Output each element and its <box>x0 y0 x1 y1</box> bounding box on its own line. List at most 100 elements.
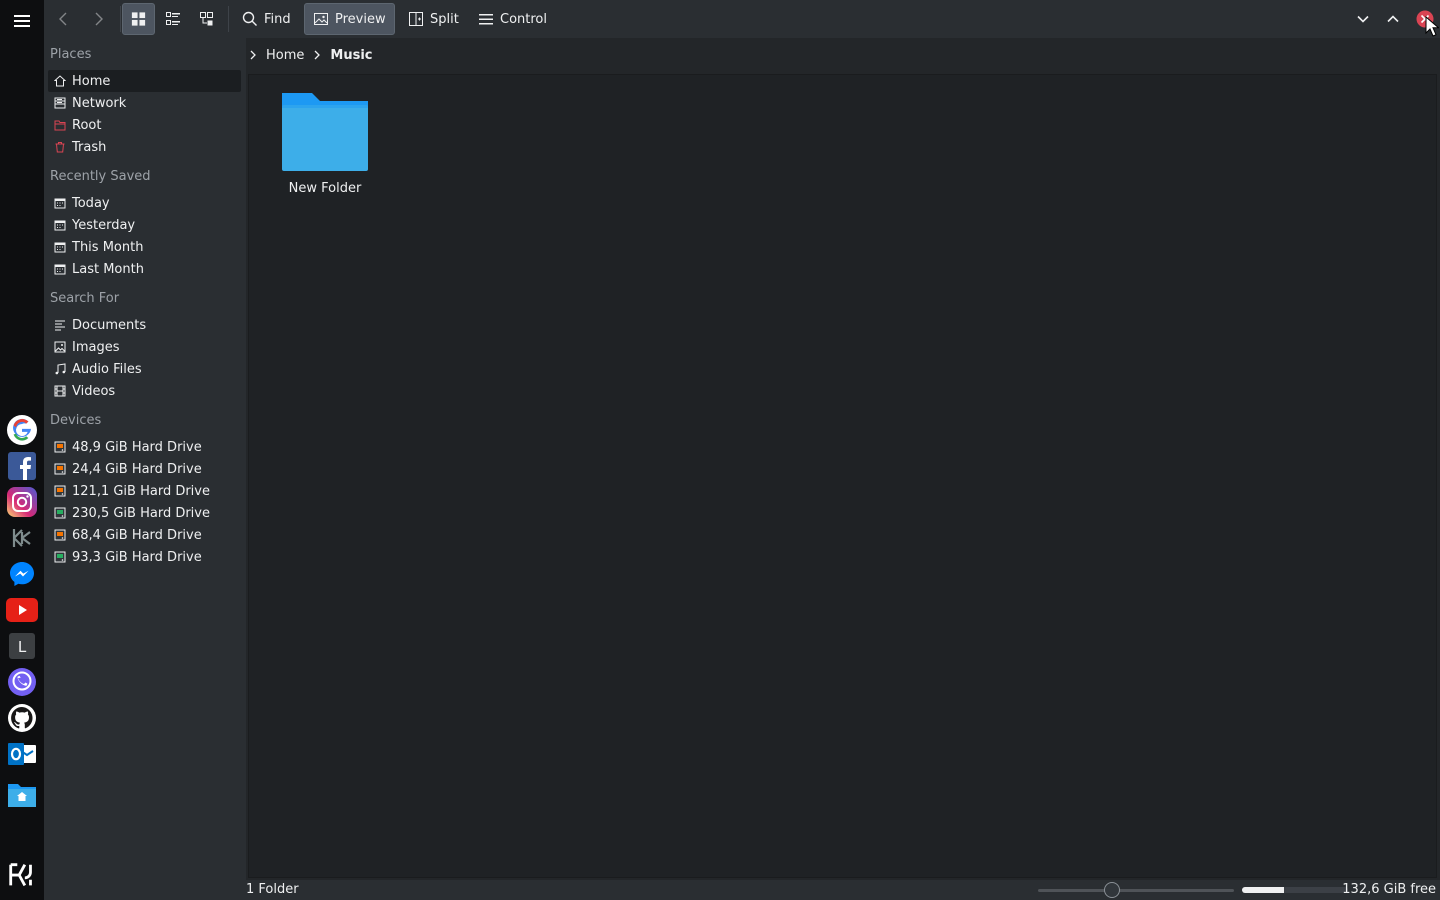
search-icon <box>242 11 257 26</box>
find-label: Find <box>264 11 291 27</box>
hard-drive-icon <box>54 441 66 453</box>
main-toolbar: Find Preview Split Control <box>44 0 1440 38</box>
device-label: 121,1 GiB Hard Drive <box>72 483 210 499</box>
zoom-slider-handle[interactable] <box>1104 882 1121 898</box>
messenger-icon[interactable] <box>6 558 38 590</box>
youtube-icon[interactable] <box>6 594 38 626</box>
search-documents[interactable]: Documents <box>48 314 241 336</box>
chevron-right-icon[interactable] <box>248 50 258 60</box>
search-label: Audio Files <box>72 361 142 377</box>
chevron-down-icon <box>1357 15 1369 23</box>
device-label: 68,4 GiB Hard Drive <box>72 527 202 543</box>
place-home[interactable]: Home <box>48 70 241 92</box>
maximize-button[interactable] <box>1382 3 1406 35</box>
device-item[interactable]: 93,3 GiB Hard Drive <box>48 546 241 568</box>
breadcrumb-home[interactable]: Home <box>266 48 304 63</box>
video-icon <box>54 385 66 397</box>
device-item[interactable]: 24,4 GiB Hard Drive <box>48 458 241 480</box>
device-item[interactable]: 230,5 GiB Hard Drive <box>48 502 241 524</box>
control-button[interactable]: Control <box>470 3 555 35</box>
device-item[interactable]: 68,4 GiB Hard Drive <box>48 524 241 546</box>
minimize-button[interactable] <box>1352 3 1376 35</box>
app-dock: L <box>0 0 44 900</box>
l-app-icon[interactable]: L <box>6 630 38 662</box>
file-view[interactable]: New Folder <box>248 74 1437 878</box>
application-menu-icon[interactable] <box>6 5 38 37</box>
recent-label: This Month <box>72 239 144 255</box>
place-label: Trash <box>72 139 107 155</box>
home-folder-icon[interactable] <box>6 778 38 810</box>
place-network[interactable]: Network <box>48 92 241 114</box>
search-audio-files[interactable]: Audio Files <box>48 358 241 380</box>
back-button[interactable] <box>50 3 78 35</box>
icons-view-button[interactable] <box>122 3 155 35</box>
kde-launcher-icon[interactable] <box>6 860 38 892</box>
device-item[interactable]: 121,1 GiB Hard Drive <box>48 480 241 502</box>
recent-this-month[interactable]: This Month <box>48 236 241 258</box>
recent-label: Last Month <box>72 261 144 277</box>
svg-text:L: L <box>18 638 27 656</box>
recent-today[interactable]: Today <box>48 192 241 214</box>
chevron-right-icon[interactable] <box>312 50 322 60</box>
device-item[interactable]: 48,9 GiB Hard Drive <box>48 436 241 458</box>
icons-view-icon <box>131 12 146 26</box>
hamburger-menu-icon <box>479 14 493 25</box>
places-section-title: Places <box>50 47 92 62</box>
details-view-button[interactable] <box>191 3 223 35</box>
disk-space-bar <box>1242 887 1348 893</box>
place-root[interactable]: Root <box>48 114 241 136</box>
instagram-icon[interactable] <box>6 486 38 518</box>
kde-icon[interactable] <box>6 522 38 554</box>
preview-label: Preview <box>335 11 386 27</box>
places-panel: Places Home Network Root Trash Recently … <box>44 38 246 900</box>
place-trash[interactable]: Trash <box>48 136 241 158</box>
calendar-icon <box>54 264 66 275</box>
search-label: Documents <box>72 317 147 333</box>
device-label: 230,5 GiB Hard Drive <box>72 505 210 521</box>
toolbar-separator <box>120 6 121 32</box>
split-view-icon <box>409 12 423 26</box>
device-label: 48,9 GiB Hard Drive <box>72 439 202 455</box>
breadcrumb: Home Music <box>248 44 372 66</box>
status-bar: 1 Folder 132,6 GiB free <box>246 880 1440 900</box>
google-icon[interactable] <box>6 414 38 446</box>
outlook-icon[interactable] <box>6 738 38 770</box>
forward-button[interactable] <box>84 3 112 35</box>
preview-button[interactable]: Preview <box>304 3 395 35</box>
viber-icon[interactable] <box>6 666 38 698</box>
chevron-left-icon <box>59 12 67 26</box>
github-icon[interactable] <box>6 702 38 734</box>
split-label: Split <box>430 11 459 27</box>
facebook-icon[interactable] <box>6 450 38 482</box>
trash-icon <box>55 142 65 153</box>
disk-space-fill <box>1242 887 1285 893</box>
search-images[interactable]: Images <box>48 336 241 358</box>
compact-view-button[interactable] <box>157 3 189 35</box>
image-preview-icon <box>314 13 328 25</box>
device-label: 93,3 GiB Hard Drive <box>72 549 202 565</box>
home-icon <box>54 75 66 87</box>
folder-item[interactable]: New Folder <box>273 91 377 196</box>
breadcrumb-current[interactable]: Music <box>330 48 372 63</box>
recent-last-month[interactable]: Last Month <box>48 258 241 280</box>
hard-drive-icon <box>54 463 66 475</box>
find-button[interactable]: Find <box>234 3 299 35</box>
recent-yesterday[interactable]: Yesterday <box>48 214 241 236</box>
calendar-icon <box>54 220 66 231</box>
search-label: Videos <box>72 383 116 399</box>
recent-label: Yesterday <box>72 217 136 233</box>
hard-drive-icon <box>54 551 66 563</box>
split-button[interactable]: Split <box>400 3 467 35</box>
place-label: Home <box>72 73 111 89</box>
documents-icon <box>55 320 65 331</box>
search-videos[interactable]: Videos <box>48 380 241 402</box>
toolbar-separator <box>228 6 229 32</box>
recent-section-title: Recently Saved <box>50 169 151 184</box>
root-folder-icon <box>54 120 66 131</box>
free-space-text: 132,6 GiB free <box>1342 882 1436 897</box>
folder-label: New Folder <box>288 181 362 196</box>
hard-drive-icon <box>54 507 66 519</box>
network-icon <box>54 97 66 109</box>
zoom-slider[interactable] <box>1038 889 1234 892</box>
images-icon <box>54 341 66 353</box>
